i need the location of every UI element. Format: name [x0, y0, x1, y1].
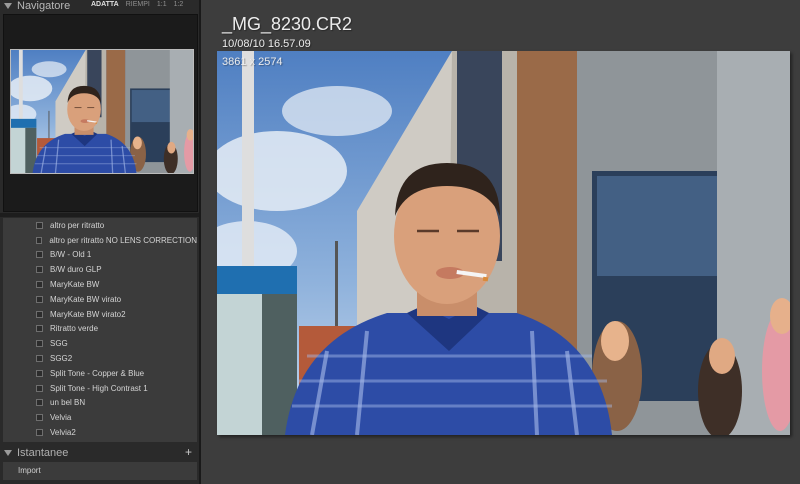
preset-icon — [36, 266, 43, 274]
preset-icon — [36, 384, 43, 392]
preset-item[interactable]: MaryKate BW virato2 — [3, 307, 197, 322]
preset-item[interactable]: B/W duro GLP — [3, 262, 197, 277]
photo-datetime: 10/08/10 16.57.09 — [222, 38, 311, 50]
main-view — [203, 0, 800, 484]
preset-label: B/W duro GLP — [50, 265, 102, 275]
zoom-option-1-1[interactable]: 1:1 — [157, 0, 167, 10]
zoom-option-fill[interactable]: RIEMPI — [126, 0, 150, 10]
preset-item[interactable]: B/W - Old 1 — [3, 248, 197, 263]
navigator-header[interactable]: Navigatore ADATTA RIEMPI 1:1 1:2 — [0, 0, 199, 12]
photo-dimensions: 3861 x 2574 — [222, 56, 283, 68]
preset-label: SGG2 — [50, 354, 73, 364]
preset-label: altro per ritratto — [50, 220, 105, 230]
preset-item[interactable]: un bel BN — [3, 396, 197, 411]
left-panel: Navigatore ADATTA RIEMPI 1:1 1:2 altro p… — [0, 0, 201, 484]
preset-label: Split Tone - Copper & Blue — [50, 368, 145, 378]
panel-divider[interactable] — [0, 213, 199, 217]
preset-icon — [36, 399, 43, 407]
preset-icon — [36, 325, 43, 333]
zoom-options: ADATTA RIEMPI 1:1 1:2 — [91, 0, 183, 10]
preset-icon — [36, 355, 43, 363]
main-photo[interactable] — [217, 51, 790, 435]
zoom-option-1-2[interactable]: 1:2 — [174, 0, 184, 10]
preset-icon — [36, 414, 43, 422]
preset-item[interactable]: altro per ritratto NO LENS CORRECTION — [3, 233, 197, 248]
preset-item[interactable]: Ritratto verde — [3, 322, 197, 337]
collapse-triangle-icon[interactable] — [4, 3, 12, 9]
preset-label: Split Tone - High Contrast 1 — [50, 383, 148, 393]
preset-icon — [36, 310, 43, 318]
preset-icon — [36, 429, 43, 437]
thumbnail-image — [11, 50, 193, 173]
presets-list: altro per ritratto altro per ritratto NO … — [3, 218, 197, 442]
preset-icon — [36, 236, 43, 244]
preset-item[interactable]: MaryKate BW virato — [3, 292, 197, 307]
preset-icon — [36, 295, 43, 303]
add-snapshot-icon[interactable]: + — [185, 445, 192, 460]
navigator-thumbnail[interactable] — [10, 49, 194, 174]
preset-item[interactable]: Velvia — [3, 410, 197, 425]
collapse-triangle-icon[interactable] — [4, 449, 12, 456]
import-button[interactable]: Import — [3, 462, 197, 480]
preset-item[interactable]: Split Tone - High Contrast 1 — [3, 381, 197, 396]
navigator-title: Navigatore — [17, 0, 71, 12]
preset-item[interactable]: MaryKate BW — [3, 277, 197, 292]
preset-icon — [36, 221, 43, 229]
preset-label: MaryKate BW — [50, 280, 100, 290]
zoom-option-fit[interactable]: ADATTA — [91, 0, 119, 10]
preset-item[interactable]: Split Tone - Copper & Blue — [3, 366, 197, 381]
preset-icon — [36, 281, 43, 289]
preset-label: Velvia2 — [50, 428, 76, 438]
preset-item[interactable]: SGG2 — [3, 351, 197, 366]
preset-label: MaryKate BW virato — [50, 294, 122, 304]
preset-label: Ritratto verde — [50, 324, 99, 334]
photo-filename: _MG_8230.CR2 — [222, 14, 353, 34]
snapshots-title: Istantanee — [17, 446, 69, 459]
preset-label: un bel BN — [50, 398, 86, 408]
snapshots-header[interactable]: Istantanee + — [0, 445, 199, 460]
preset-label: SGG — [50, 339, 68, 349]
preset-label: MaryKate BW virato2 — [50, 309, 126, 319]
preset-icon — [36, 340, 43, 348]
photo-image — [217, 51, 790, 435]
preset-label: B/W - Old 1 — [50, 250, 92, 260]
preset-item[interactable]: altro per ritratto — [3, 218, 197, 233]
preset-item[interactable]: SGG — [3, 336, 197, 351]
preset-label: Velvia — [50, 413, 72, 423]
navigator-preview[interactable] — [3, 14, 198, 212]
preset-label: altro per ritratto NO LENS CORRECTION — [49, 235, 197, 245]
preset-icon — [36, 251, 43, 259]
preset-icon — [36, 369, 43, 377]
preset-item[interactable]: Velvia2 — [3, 425, 197, 440]
